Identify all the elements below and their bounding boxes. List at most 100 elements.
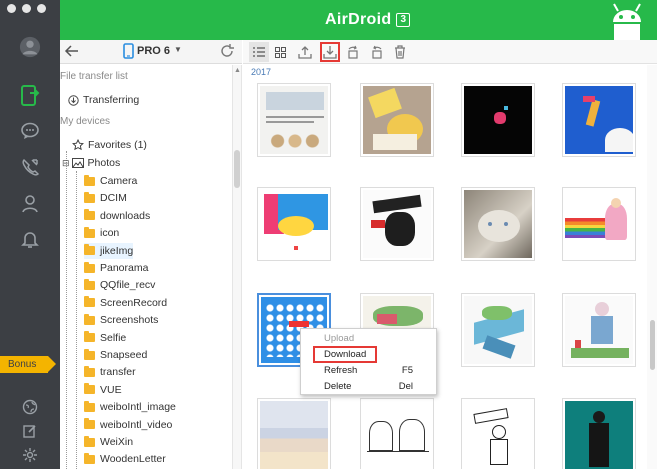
- folder-item[interactable]: jikeImg: [84, 242, 134, 259]
- folder-item[interactable]: QQfile_recv: [84, 277, 155, 293]
- photo-thumbnail[interactable]: [360, 83, 434, 157]
- app-title: AirDroid: [325, 11, 392, 28]
- avatar[interactable]: [19, 36, 41, 58]
- device-toolbar: PRO 6 ▼: [60, 40, 242, 64]
- photos-label: Photos: [87, 157, 121, 169]
- menu-item-delete[interactable]: Delete Del: [302, 379, 435, 394]
- photo-thumbnail[interactable]: [562, 83, 636, 157]
- folder-label: icon: [100, 227, 120, 240]
- my-devices-section-label: My devices: [60, 116, 111, 127]
- back-arrow-icon[interactable]: [64, 43, 80, 59]
- folder-item[interactable]: Camera: [84, 173, 137, 189]
- folder-icon: [84, 244, 95, 256]
- folder-label: Camera: [100, 175, 138, 187]
- folder-label: jikeImg: [100, 244, 134, 257]
- download-icon: [323, 46, 337, 59]
- folder-label: downloads: [100, 209, 151, 222]
- contacts-icon[interactable]: [19, 192, 41, 214]
- maximize-window-dot[interactable]: [37, 4, 46, 13]
- tree-guide-line: [76, 171, 77, 469]
- photo-thumbnail[interactable]: [562, 187, 636, 261]
- upload-button[interactable]: [295, 42, 315, 62]
- list-view-button[interactable]: [249, 42, 269, 62]
- photo-grid: 2017: [243, 65, 647, 469]
- scroll-up-icon[interactable]: ▲: [234, 67, 241, 74]
- folder-icon: [84, 209, 95, 221]
- folder-item[interactable]: Snapseed: [84, 347, 147, 363]
- download-button[interactable]: [320, 42, 340, 62]
- folder-item[interactable]: VUE: [84, 382, 122, 398]
- menu-item-label: Refresh: [324, 365, 358, 376]
- folder-item[interactable]: transfer: [84, 364, 136, 380]
- menu-shortcut: Del: [398, 381, 413, 392]
- sidebar-scrollbar[interactable]: ▲: [232, 65, 242, 469]
- refresh-icon[interactable]: [220, 44, 234, 58]
- close-window-dot[interactable]: [7, 4, 16, 13]
- chevron-down-icon[interactable]: ▼: [174, 45, 182, 54]
- folder-label: Panorama: [100, 262, 149, 274]
- calls-icon[interactable]: [19, 156, 41, 178]
- grid-view-button[interactable]: [270, 42, 290, 62]
- folder-item[interactable]: Selfie: [84, 330, 126, 346]
- folder-item[interactable]: WeiXin: [84, 434, 133, 450]
- folder-item[interactable]: icon: [84, 225, 119, 241]
- settings-icon[interactable]: [19, 444, 41, 466]
- tree-guide-line: [66, 151, 67, 469]
- scrollbar-thumb[interactable]: [234, 150, 240, 188]
- download-circle-icon: [68, 94, 79, 106]
- rotate-right-button[interactable]: [367, 42, 387, 62]
- photo-thumbnail[interactable]: [562, 398, 636, 469]
- photo-thumbnail[interactable]: [257, 187, 331, 261]
- photo-thumbnail[interactable]: [461, 187, 535, 261]
- collapse-icon[interactable]: ⊟: [62, 158, 70, 169]
- tree-item-favorites[interactable]: Favorites (1): [72, 137, 147, 153]
- globe-icon[interactable]: [19, 396, 41, 418]
- window-controls: [7, 4, 46, 13]
- scrollbar-thumb[interactable]: [650, 320, 655, 370]
- folder-icon: [84, 452, 95, 464]
- folder-item[interactable]: Screenshots: [84, 312, 158, 328]
- folder-item[interactable]: downloads: [84, 208, 150, 224]
- photo-thumbnail[interactable]: [257, 83, 331, 157]
- transferring-item[interactable]: Transferring: [68, 94, 139, 106]
- photo-thumbnail[interactable]: [461, 293, 535, 367]
- file-transfer-section-label: File transfer list: [60, 71, 128, 82]
- file-transfer-icon[interactable]: [19, 85, 41, 107]
- delete-button[interactable]: [390, 42, 410, 62]
- highlight-box: [313, 346, 377, 363]
- folder-item[interactable]: Panorama: [84, 260, 148, 276]
- rotate-left-button[interactable]: [343, 42, 363, 62]
- context-menu: Upload Download Refresh F5 Delete Del: [300, 328, 437, 395]
- device-name[interactable]: PRO 6: [137, 45, 170, 57]
- menu-item-refresh[interactable]: Refresh F5: [302, 363, 435, 378]
- list-icon: [253, 47, 265, 57]
- folder-label: DCIM: [100, 192, 127, 205]
- photo-thumbnail[interactable]: [461, 398, 535, 469]
- sidebar: File transfer list Transferring My devic…: [60, 65, 232, 469]
- edit-icon[interactable]: [19, 420, 41, 442]
- folder-item[interactable]: WoodenLetter: [84, 451, 166, 467]
- photo-thumbnail[interactable]: [360, 398, 434, 469]
- photo-thumbnail[interactable]: [360, 187, 434, 261]
- bonus-badge[interactable]: Bonus: [0, 356, 56, 373]
- folder-item[interactable]: weiboIntl_video: [84, 417, 172, 433]
- folder-label: Screenshots: [100, 314, 159, 327]
- folder-icon: [84, 365, 95, 377]
- photo-thumbnail[interactable]: [461, 83, 535, 157]
- main-toolbar: [243, 40, 657, 64]
- star-icon: [72, 139, 84, 151]
- menu-item-upload[interactable]: Upload: [302, 331, 435, 346]
- photo-thumbnail[interactable]: [562, 293, 636, 367]
- folder-label: Selfie: [100, 331, 127, 344]
- messages-icon[interactable]: [19, 120, 41, 142]
- folder-item[interactable]: ScreenRecord: [84, 295, 167, 311]
- folder-item[interactable]: DCIM: [84, 190, 127, 206]
- content-scrollbar[interactable]: [647, 65, 657, 469]
- menu-item-label: Upload: [324, 333, 355, 344]
- minimize-window-dot[interactable]: [22, 4, 31, 13]
- photo-thumbnail[interactable]: [257, 398, 331, 469]
- folder-item[interactable]: weiboIntl_image: [84, 399, 176, 415]
- notifications-icon[interactable]: [19, 228, 41, 250]
- tree-item-photos[interactable]: ⊟ Photos: [62, 155, 120, 171]
- top-header: AirDroid 3: [60, 0, 657, 40]
